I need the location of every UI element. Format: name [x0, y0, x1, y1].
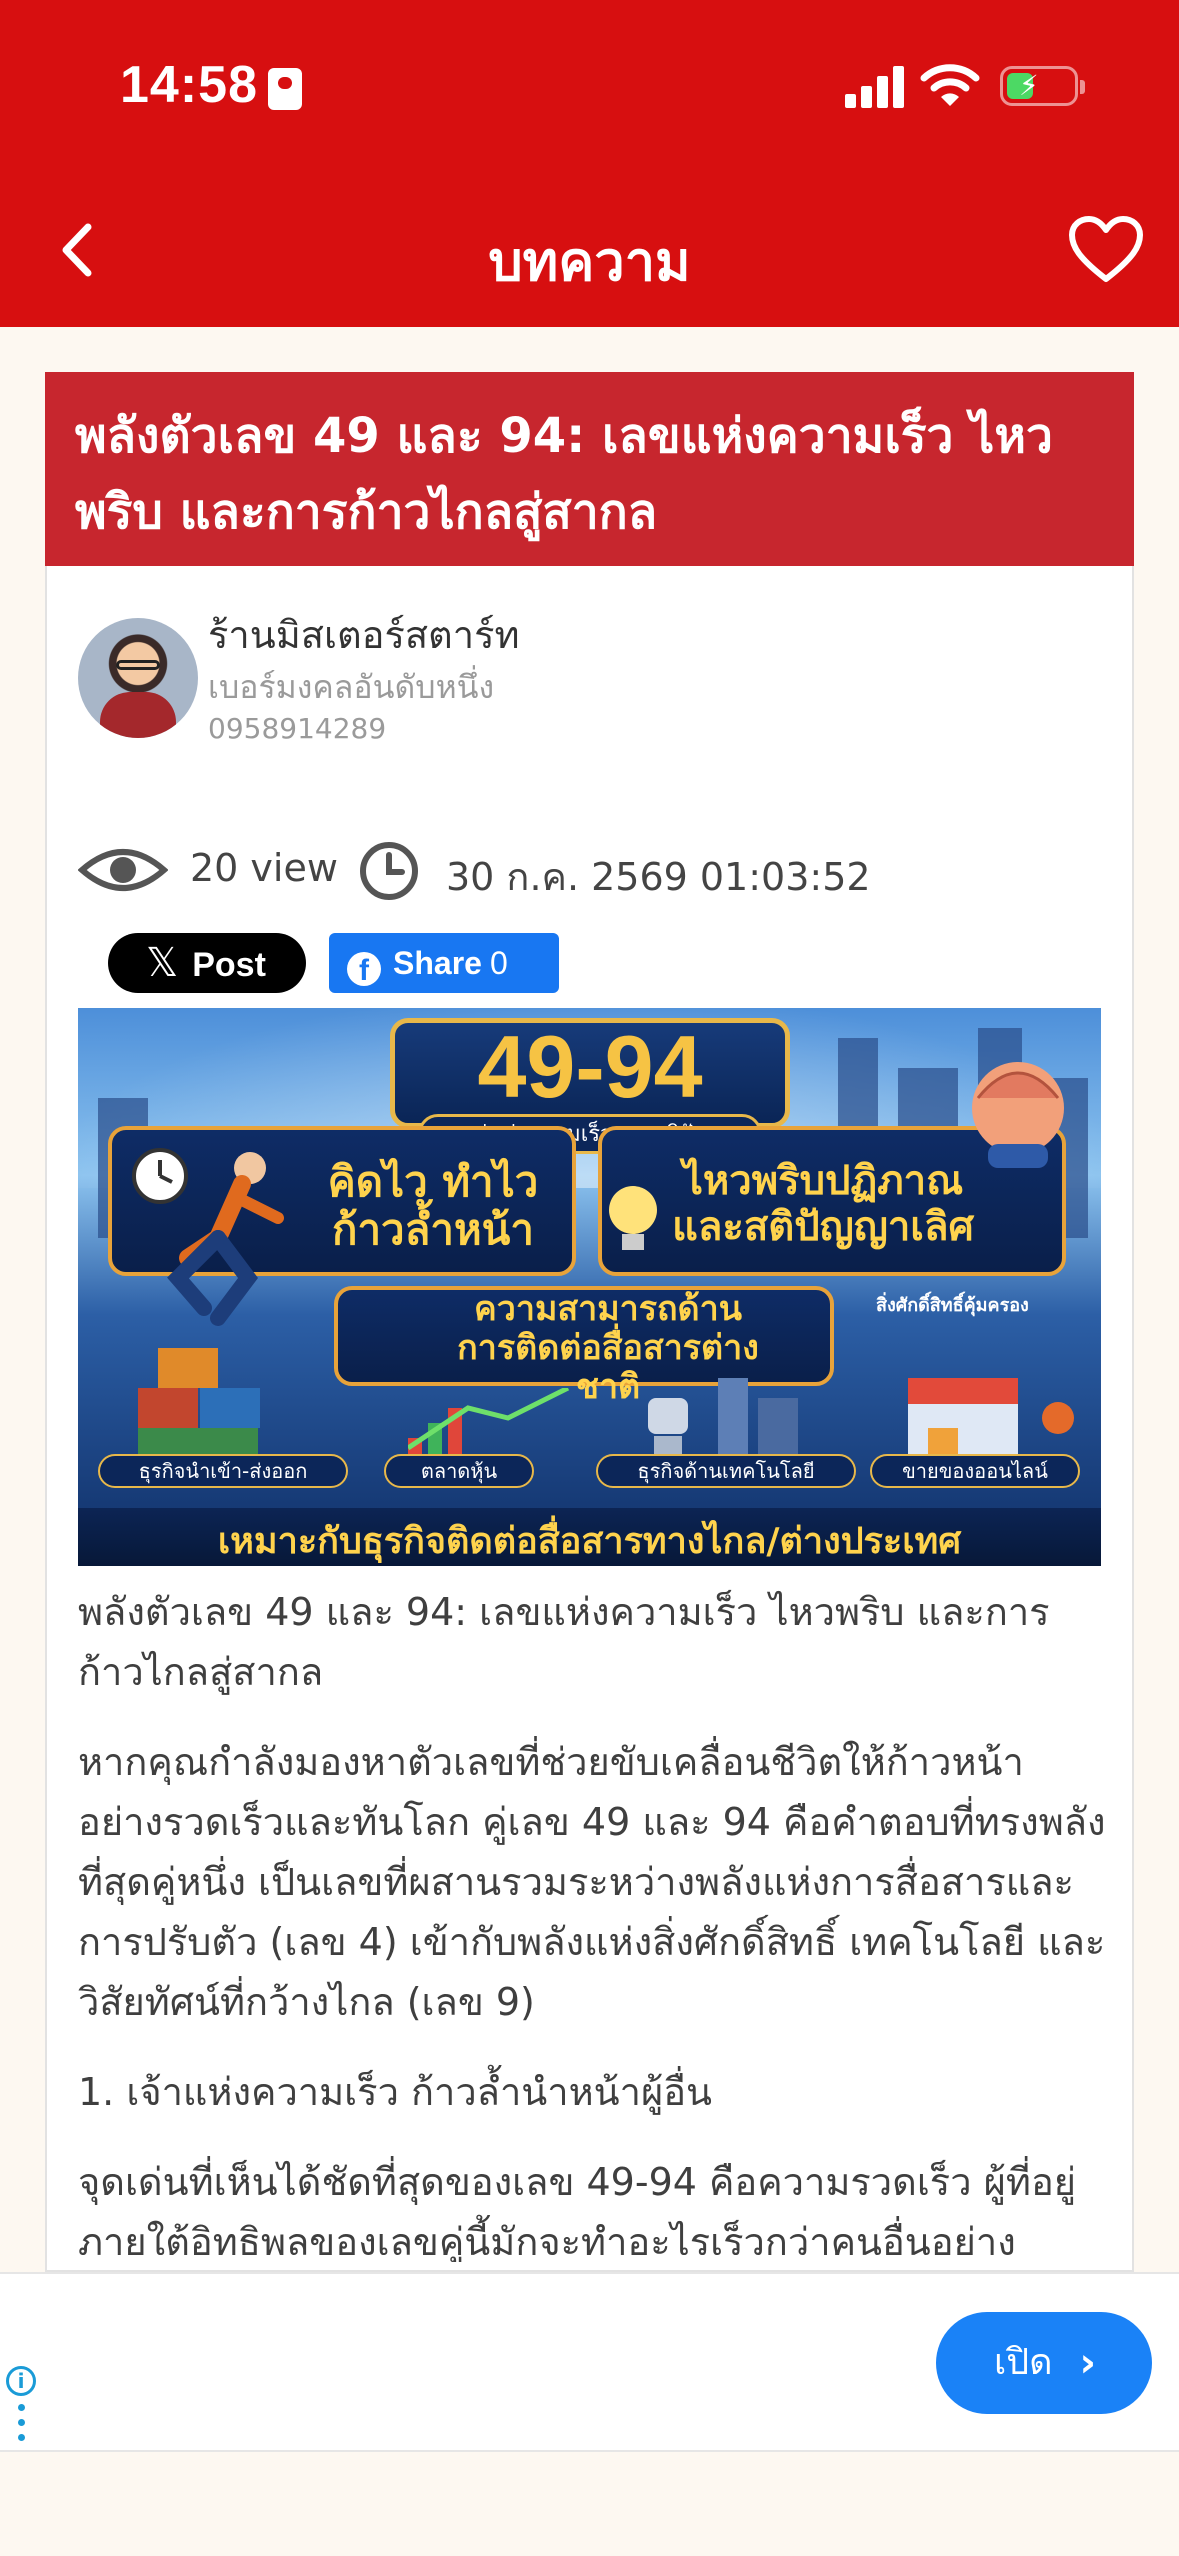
article-title: พลังตัวเลข 49 และ 94: เลขแห่งความเร็ว ไห… — [75, 408, 1053, 540]
chevron-right-icon: › — [1079, 2340, 1096, 2386]
facebook-icon: f — [347, 952, 381, 987]
author-tagline: เบอร์มงคลอันดับหนึ่ง — [208, 668, 495, 706]
banner-panel-2: ไหวพริบปฏิภาณ และสติปัญญาเลิศ — [672, 1158, 974, 1250]
brain-boy-illustration — [972, 1062, 1064, 1168]
x-logo-icon: 𝕏 — [146, 941, 179, 985]
eye-icon — [78, 849, 168, 891]
banner-number: 49-94 — [477, 1017, 703, 1116]
share-count: 0 — [489, 945, 508, 981]
article-banner-image: 49-94 เลขคู่แห่งความเร็วและสติปัญญา คิดไ… — [78, 1008, 1101, 1566]
author-phone: 0958914289 — [208, 712, 387, 745]
banner-panel-1: คิดไว ทำไว ก้าวล้ำหน้า — [327, 1157, 539, 1255]
wifi-icon — [920, 64, 980, 106]
lightbulb-icon — [609, 1186, 657, 1250]
ad-more-options-icon[interactable] — [18, 2404, 26, 2450]
favorite-heart-button[interactable] — [1068, 215, 1144, 285]
article-title-bar: พลังตัวเลข 49 และ 94: เลขแห่งความเร็ว ไห… — [45, 372, 1134, 566]
runner-illustration — [132, 1148, 284, 1326]
article-paragraph: พลังตัวเลข 49 และ 94: เลขแห่งความเร็ว ไห… — [78, 1590, 1050, 1694]
cellular-signal-icon — [845, 62, 905, 108]
status-time: 14:58 — [120, 56, 258, 114]
banner-tag-technology: ธุรกิจด้านเทคโนโลยี — [596, 1454, 856, 1488]
ad-open-button[interactable]: เปิด › — [936, 2312, 1152, 2414]
x-post-button[interactable]: 𝕏 Post — [108, 933, 306, 993]
author-name[interactable]: ร้านมิสเตอร์สตาร์ท — [208, 604, 520, 665]
ad-info-icon[interactable]: i — [6, 2366, 36, 2396]
banner-corner-note: สิ่งศักดิ์สิทธิ์คุ้มครอง — [876, 1295, 1029, 1316]
banner-tag-online-selling: ขายของออนไลน์ — [870, 1454, 1080, 1488]
clock-icon — [360, 842, 418, 900]
page-title: บทความ — [488, 230, 691, 293]
view-count: 20 view — [190, 846, 338, 890]
banner-tag-import-export: ธุรกิจนำเข้า-ส่งออก — [98, 1454, 348, 1488]
contact-card-icon — [268, 68, 302, 110]
article-paragraph: จุดเด่นที่เห็นได้ชัดที่สุดของเลข 49-94 ค… — [78, 2160, 1077, 2262]
author-avatar[interactable] — [78, 618, 198, 738]
publish-date: 30 ก.ค. 2569 01:03:52 — [446, 855, 871, 899]
banner-footer-text: เหมาะกับธุรกิจติดต่อสื่อสารทางไกล/ต่างปร… — [217, 1521, 962, 1562]
containers-illustration — [138, 1348, 260, 1468]
article-subheading: 1. เจ้าแห่งความเร็ว ก้าวล้ำนำหน้าผู้อื่น — [78, 2070, 713, 2114]
battery-icon: ⚡ — [1000, 66, 1085, 106]
article-paragraph: หากคุณกำลังมองหาตัวเลขที่ช่วยขับเคลื่อนช… — [78, 1740, 1106, 2024]
facebook-share-button[interactable]: f Share 0 — [329, 933, 559, 993]
banner-tag-stock-market: ตลาดหุ้น — [384, 1454, 534, 1488]
